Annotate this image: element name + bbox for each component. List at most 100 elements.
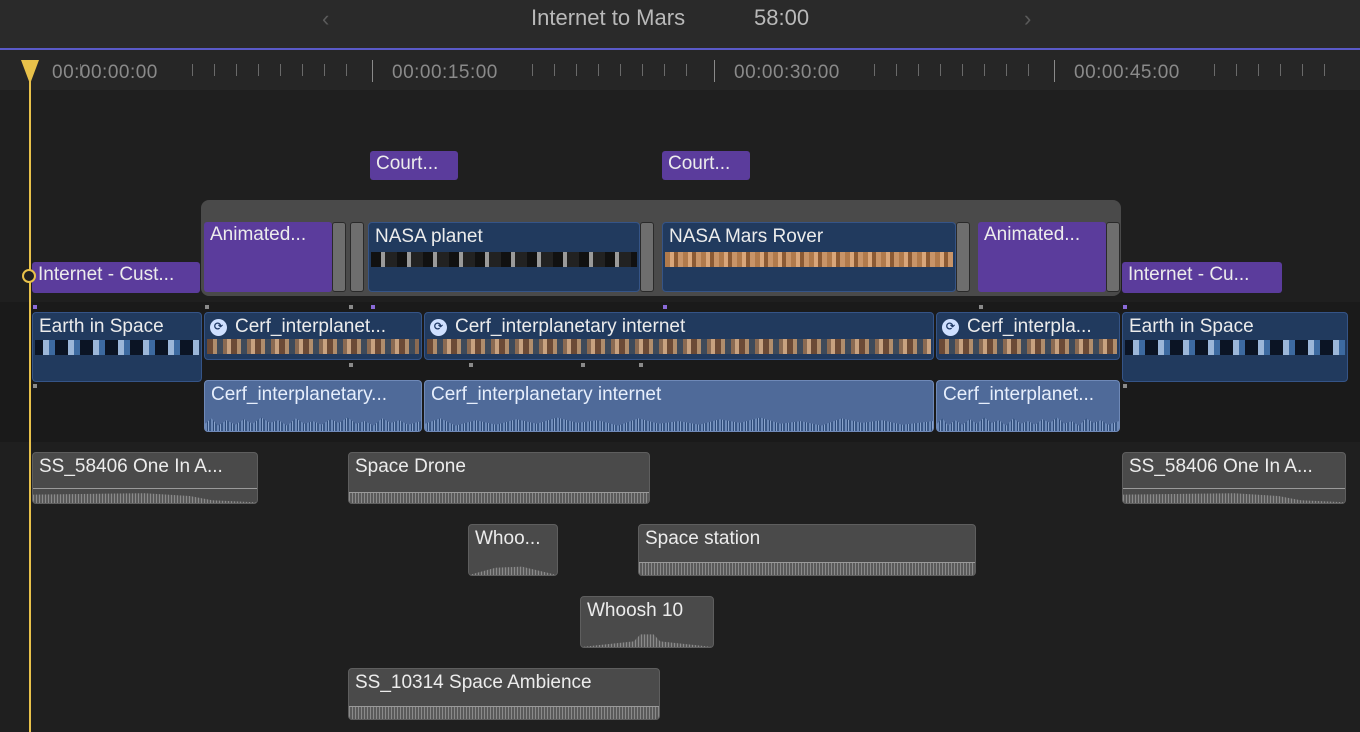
ruler-tick [1302, 64, 1303, 76]
audio-waveform [1123, 493, 1345, 503]
audio-waveform [349, 707, 659, 719]
clip-label: Space Drone [355, 456, 466, 477]
playhead[interactable] [29, 60, 31, 732]
ruler-tick [664, 64, 665, 76]
ruler-tick [324, 64, 325, 76]
audio-waveform [469, 566, 557, 575]
audio-clip-space-ambience[interactable]: SS_10314 Space Ambience [348, 668, 660, 720]
clip-label: NASA Mars Rover [669, 226, 824, 247]
audio-waveform [425, 417, 933, 431]
volume-line [349, 492, 649, 493]
clip-filmstrip [1125, 340, 1345, 355]
clip-filmstrip [371, 252, 637, 267]
audio-waveform [205, 417, 421, 431]
ruler-tick [686, 64, 687, 76]
connection-marker [349, 305, 353, 309]
transition-handle[interactable] [1106, 222, 1120, 292]
clip-filmstrip [939, 339, 1117, 354]
audio-clip-whoosh-10[interactable]: Whoosh 10 [580, 596, 714, 648]
audio-clip-whoosh[interactable]: Whoo... [468, 524, 558, 576]
clip-label: Cerf_interpla... [967, 316, 1092, 337]
ruler-major-tick [714, 60, 715, 82]
connection-marker [371, 305, 375, 309]
title-clip-animated[interactable]: Animated... [204, 222, 332, 292]
edit-marker [581, 363, 585, 367]
connection-marker [979, 305, 983, 309]
clip-label: Whoo... [475, 528, 541, 549]
next-project-icon[interactable]: › [1024, 6, 1031, 32]
attached-audio-clip[interactable]: Cerf_interplanetary... [204, 380, 422, 432]
timeline-header: ‹ Internet to Mars 58:00 › [0, 0, 1360, 50]
ruler-tick [346, 64, 347, 76]
video-clip-cerf[interactable]: ⟳ Cerf_interplanet... [204, 312, 422, 360]
attached-audio-clip[interactable]: Cerf_interplanetary internet [424, 380, 934, 432]
transition-handle[interactable] [332, 222, 346, 292]
title-clip-animated[interactable]: Animated... [978, 222, 1106, 292]
video-clip-cerf[interactable]: ⟳ Cerf_interpla... [936, 312, 1120, 360]
ruler-tick [280, 64, 281, 76]
edit-marker [639, 363, 643, 367]
clip-label: SS_58406 One In A... [39, 456, 223, 477]
audio-clip-ss58406[interactable]: SS_58406 One In A... [1122, 452, 1346, 504]
audio-waveform [349, 493, 649, 503]
ruler-tick [214, 64, 215, 76]
attached-audio-clip[interactable]: Cerf_interplanet... [936, 380, 1120, 432]
ruler-tick [1028, 64, 1029, 76]
ruler-tick [1258, 64, 1259, 76]
title-clip-internet[interactable]: Internet - Cust... [32, 262, 200, 293]
ruler-tick [962, 64, 963, 76]
video-clip-nasa-planet[interactable]: NASA planet [368, 222, 640, 292]
audio-waveform [581, 634, 713, 647]
clip-label: Cerf_interplanetary internet [431, 384, 662, 405]
video-clip-earth-in-space[interactable]: Earth in Space [32, 312, 202, 382]
clip-label: Internet - Cust... [38, 264, 175, 285]
ruler-tick [192, 64, 193, 76]
ruler-tick [554, 64, 555, 76]
clip-label: Court... [668, 153, 731, 174]
connection-icon: ⟳ [430, 319, 447, 336]
clip-label: Space station [645, 528, 761, 549]
audio-clip-space-drone[interactable]: Space Drone [348, 452, 650, 504]
transition-handle[interactable] [956, 222, 970, 292]
clip-label: SS_58406 One In A... [1129, 456, 1313, 477]
title-clip-courtesy[interactable]: Court... [370, 151, 458, 180]
timeline-ruler[interactable]: 00:00:00:00 00:00:15:00 00:00:30:00 00:0… [0, 50, 1360, 90]
ruler-tick [1214, 64, 1215, 76]
ruler-tick [598, 64, 599, 76]
ruler-timecode: 00:00:15:00 [392, 62, 498, 83]
audio-clip-ss58406[interactable]: SS_58406 One In A... [32, 452, 258, 504]
title-clip-internet[interactable]: Internet - Cu... [1122, 262, 1282, 293]
audio-clip-space-station[interactable]: Space station [638, 524, 976, 576]
ruler-tick [940, 64, 941, 76]
clip-label: Cerf_interplanet... [943, 384, 1095, 405]
clip-label: Whoosh 10 [587, 600, 684, 621]
previous-project-icon[interactable]: ‹ [322, 6, 329, 32]
video-clip-nasa-mars-rover[interactable]: NASA Mars Rover [662, 222, 956, 292]
clip-filmstrip [35, 340, 199, 355]
transition-handle[interactable] [640, 222, 654, 292]
ruler-tick [896, 64, 897, 76]
ruler-tick [302, 64, 303, 76]
project-duration: 58:00 [754, 5, 810, 30]
volume-line [1123, 488, 1345, 489]
clip-label: Cerf_interplanetary... [211, 384, 388, 405]
transition-handle[interactable] [350, 222, 364, 292]
video-clip-earth-in-space[interactable]: Earth in Space [1122, 312, 1348, 382]
ruler-tick [576, 64, 577, 76]
ruler-tick [1324, 64, 1325, 76]
clip-label: Animated... [984, 224, 1081, 245]
clip-label: Internet - Cu... [1128, 264, 1250, 285]
ruler-timecode: 00:00:30:00 [734, 62, 840, 83]
video-clip-cerf[interactable]: ⟳ Cerf_interplanetary internet [424, 312, 934, 360]
clip-label: Earth in Space [1129, 316, 1254, 337]
playhead-icon[interactable] [21, 60, 39, 84]
clip-label: Court... [376, 153, 439, 174]
ruler-tick [620, 64, 621, 76]
edit-marker [469, 363, 473, 367]
volume-line [33, 488, 257, 489]
clip-filmstrip [207, 339, 419, 354]
ruler-tick [1280, 64, 1281, 76]
title-clip-courtesy[interactable]: Court... [662, 151, 750, 180]
edit-marker [33, 384, 37, 388]
ruler-tick [1236, 64, 1237, 76]
